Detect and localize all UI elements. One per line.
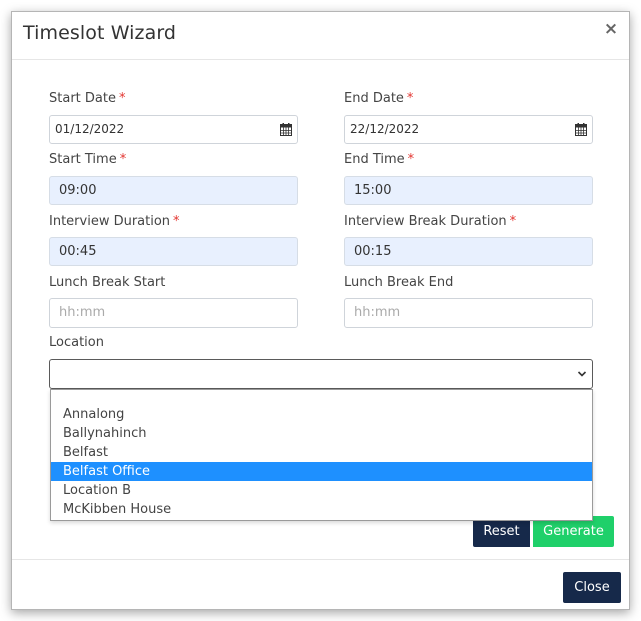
footer-divider	[12, 559, 629, 560]
interview-duration-label: Interview Duration *	[49, 214, 180, 229]
start-time-input[interactable]: 09:00	[49, 176, 298, 205]
lunch-break-end-input[interactable]: hh:mm	[344, 298, 593, 328]
interview-duration-input[interactable]: 00:45	[49, 237, 298, 266]
required-mark: *	[406, 91, 414, 106]
lunch-break-end-label: Lunch Break End	[344, 275, 454, 290]
timeslot-wizard-modal: Timeslot Wizard × Start Date * 01/12/2022…	[11, 11, 630, 610]
required-mark: *	[509, 214, 517, 229]
required-mark: *	[119, 152, 127, 167]
close-icon[interactable]: ×	[603, 20, 619, 38]
end-time-input[interactable]: 15:00	[344, 176, 593, 205]
start-date-input[interactable]: 01/12/2022	[49, 115, 298, 144]
interview-break-duration-label: Interview Break Duration *	[344, 214, 517, 229]
location-option-mckibben-house[interactable]: McKibben House	[51, 500, 592, 519]
end-date-label: End Date *	[344, 91, 414, 106]
close-button[interactable]: Close	[563, 572, 621, 603]
location-option-belfast[interactable]: Belfast	[51, 443, 592, 462]
end-time-label: End Time *	[344, 152, 415, 167]
location-option-belfast-office[interactable]: Belfast Office	[51, 462, 592, 481]
required-mark: *	[173, 214, 180, 229]
start-time-label: Start Time *	[49, 152, 127, 167]
location-option-ballynahinch[interactable]: Ballynahinch	[51, 424, 592, 443]
end-date-input[interactable]: 22/12/2022	[344, 115, 593, 144]
location-label: Location	[49, 335, 104, 350]
location-option-location-b[interactable]: Location B	[51, 481, 592, 500]
lunch-break-start-input[interactable]: hh:mm	[49, 298, 298, 328]
location-option-annalong[interactable]: Annalong	[51, 405, 592, 424]
calendar-icon[interactable]	[280, 123, 292, 136]
modal-title: Timeslot Wizard	[23, 22, 177, 44]
required-mark: *	[407, 152, 415, 167]
interview-break-duration-input[interactable]: 00:15	[344, 237, 593, 266]
location-select[interactable]	[49, 359, 593, 389]
calendar-icon[interactable]	[575, 123, 587, 136]
required-mark: *	[118, 91, 126, 106]
location-dropdown-list: Annalong Ballynahinch Belfast Belfast Of…	[50, 389, 593, 521]
lunch-break-start-label: Lunch Break Start	[49, 275, 166, 290]
modal-header: Timeslot Wizard ×	[12, 12, 629, 60]
chevron-down-icon	[577, 371, 587, 377]
start-date-label: Start Date *	[49, 91, 126, 106]
